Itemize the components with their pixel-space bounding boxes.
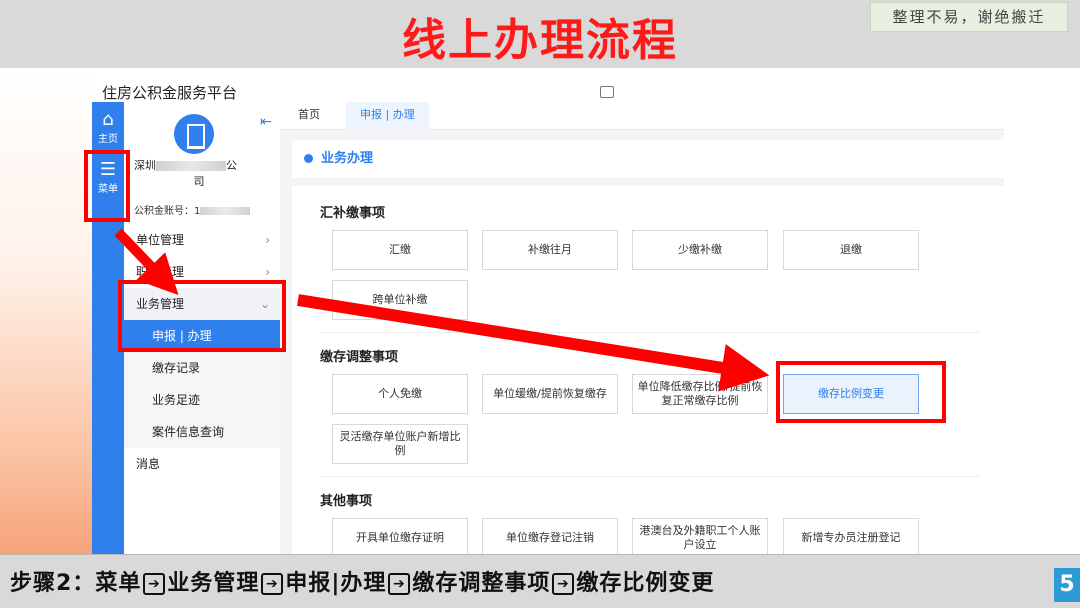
section-title: 其他事项 [320, 494, 373, 509]
sidebar-item-label: 业务足迹 [152, 393, 201, 407]
logout-icon[interactable] [600, 86, 614, 98]
tile-remit[interactable]: 汇缴 [332, 230, 468, 270]
section-divider [320, 332, 980, 333]
tile-unit-deferral[interactable]: 单位缓缴/提前恢复缴存 [482, 374, 618, 414]
step-prefix: 步骤2： [10, 571, 96, 596]
step-menu: 菜单 [95, 571, 142, 596]
arrow-right-icon: ➔ [143, 573, 166, 595]
tile-cross-unit-backpay[interactable]: 跨单位补缴 [332, 280, 468, 320]
tile-underpay-makeup[interactable]: 少缴补缴 [632, 230, 768, 270]
decorative-gradient [0, 68, 92, 554]
arrow-right-icon: ➔ [552, 573, 575, 595]
tab-bar: 首页 申报 | 办理 [280, 102, 1004, 130]
org-name-suffix: 公 [226, 159, 237, 172]
tab-home[interactable]: 首页 [284, 102, 334, 130]
sidebar-item-label: 缴存记录 [152, 361, 201, 375]
sidebar-item-label: 消息 [136, 457, 161, 471]
tile-personal-exempt[interactable]: 个人免缴 [332, 374, 468, 414]
section-divider [320, 476, 980, 477]
sidebar-item-label: 单位管理 [136, 233, 185, 247]
copyright-note: 整理不易，谢绝搬迁 [870, 2, 1068, 32]
chevron-right-icon: › [265, 233, 270, 247]
tile-backpay-months[interactable]: 补缴往月 [482, 230, 618, 270]
sidebar-item-unit-management[interactable]: 单位管理 › [124, 224, 280, 256]
sidebar-item-label: 案件信息查询 [152, 425, 225, 439]
section-title: 汇补缴事项 [320, 206, 386, 221]
page-number-badge: 5 [1054, 568, 1080, 602]
panel-header: 业务办理 [292, 140, 1004, 178]
tile-refund[interactable]: 退缴 [783, 230, 919, 270]
org-building-icon [174, 114, 214, 154]
tile-new-agent-register[interactable]: 新增专办员注册登记 [783, 518, 919, 554]
collapse-sidebar-icon[interactable]: ⇤ [260, 114, 272, 130]
org-name-line2: 司 [193, 175, 205, 188]
org-name-prefix: 深圳 [134, 159, 156, 172]
highlight-business-management [118, 280, 286, 352]
step-ratio-change: 缴存比例变更 [576, 571, 715, 596]
step-instruction: 步骤2：菜单 ➔ 业务管理 ➔ 申报|办理 ➔ 缴存调整事项 ➔ 缴存比例变更 [10, 565, 714, 597]
tile-flexible-ratio[interactable]: 灵活缴存单位账户新增比例 [332, 424, 468, 464]
tile-deposit-certificate[interactable]: 开具单位缴存证明 [332, 518, 468, 554]
redacted-account [200, 207, 251, 215]
tile-lower-ratio[interactable]: 单位降低缴存比例/提前恢复正常缴存比例 [632, 374, 768, 414]
tile-foreign-account[interactable]: 港澳台及外籍职工个人账户设立 [632, 518, 768, 554]
highlight-menu [84, 150, 130, 222]
slide-title-bar: 线上办理流程 整理不易，谢绝搬迁 [0, 0, 1080, 68]
panel-title: 业务办理 [321, 151, 374, 166]
tab-declare-handle[interactable]: 申报 | 办理 [346, 102, 429, 130]
location-pin-icon [304, 154, 313, 163]
section-title: 缴存调整事项 [320, 350, 399, 365]
sidebar-item-business-footprint[interactable]: 业务足迹 [124, 384, 280, 416]
arrow-right-icon: ➔ [261, 573, 284, 595]
step-business-management: 业务管理 [167, 571, 260, 596]
step-adjustment-items: 缴存调整事项 [412, 571, 551, 596]
main-content: 首页 申报 | 办理 业务办理 汇补缴事项 汇缴 补缴往月 少缴补缴 退缴 跨单… [280, 102, 1004, 554]
app-header: 住房公积金服务平台 [92, 68, 1004, 102]
sidebar-item-deposit-records[interactable]: 缴存记录 [124, 352, 280, 384]
arrow-right-icon: ➔ [388, 573, 411, 595]
account-label: 公积金账号：1 [134, 206, 201, 217]
step-declare-handle: 申报|办理 [285, 571, 387, 596]
tile-deregistration[interactable]: 单位缴存登记注销 [482, 518, 618, 554]
rail-home-button[interactable]: ⌂ 主页 [92, 109, 124, 146]
sidebar-item-label: 职工管理 [136, 265, 185, 279]
org-name: 深圳 公 司 [134, 158, 264, 190]
home-icon: ⌂ [102, 109, 114, 130]
sidebar-item-messages[interactable]: 消息 [124, 448, 280, 480]
account-number: 公积金账号：1 [134, 202, 251, 217]
redacted-text [156, 161, 226, 171]
app-brand: 住房公积金服务平台 [102, 84, 238, 102]
highlight-ratio-change [776, 361, 946, 423]
sidebar-item-case-query[interactable]: 案件信息查询 [124, 416, 280, 448]
rail-home-label: 主页 [98, 134, 118, 145]
instruction-bar: 步骤2：菜单 ➔ 业务管理 ➔ 申报|办理 ➔ 缴存调整事项 ➔ 缴存比例变更 [0, 554, 1080, 608]
